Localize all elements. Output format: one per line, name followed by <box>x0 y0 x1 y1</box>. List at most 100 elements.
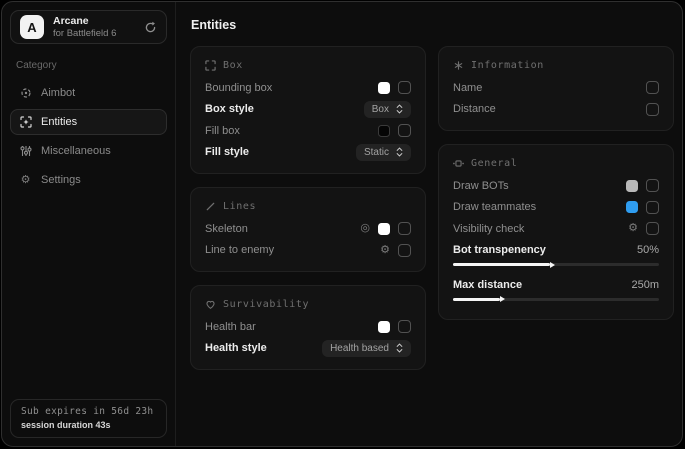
fill-style-row: Fill style Static <box>205 142 411 164</box>
name-label: Name <box>453 82 482 94</box>
health-style-value: Health based <box>330 343 389 354</box>
entities-icon <box>19 116 32 128</box>
gear-icon: ⚙ <box>19 175 32 186</box>
sliders-icon <box>19 145 32 157</box>
line-icon <box>205 201 216 212</box>
box-section-title: Box <box>223 60 243 71</box>
updown-chevron-icon <box>396 147 403 157</box>
bounding-box-row: Bounding box <box>205 77 411 99</box>
health-bar-color-swatch[interactable] <box>378 321 390 333</box>
slider-fill <box>453 263 550 266</box>
line-to-enemy-label: Line to enemy <box>205 244 274 256</box>
sidebar-item-aimbot[interactable]: Aimbot <box>10 80 167 106</box>
app-window: A Arcane for Battlefield 6 Category <box>1 1 683 447</box>
updown-chevron-icon <box>396 343 403 353</box>
health-style-dropdown[interactable]: Health based <box>322 340 411 357</box>
sidebar-item-entities[interactable]: Entities <box>10 109 167 135</box>
bot-transpenency-row: Bot transpenency 50% <box>453 240 659 262</box>
skeleton-label: Skeleton <box>205 223 248 235</box>
line-to-enemy-checkbox[interactable] <box>398 244 411 257</box>
skeleton-checkbox[interactable] <box>398 222 411 235</box>
draw-bots-color-swatch[interactable] <box>626 180 638 192</box>
health-bar-checkbox[interactable] <box>398 320 411 333</box>
category-label: Category <box>16 60 161 71</box>
draw-bots-checkbox[interactable] <box>646 179 659 192</box>
name-row: Name <box>453 77 659 99</box>
crosshair-icon <box>19 87 32 99</box>
max-distance-label: Max distance <box>453 279 522 291</box>
sidebar-item-miscellaneous[interactable]: Miscellaneous <box>10 138 167 164</box>
sub-expires-text: Sub expires in 56d 23h <box>21 406 156 417</box>
subscription-info-card: Sub expires in 56d 23h session duration … <box>10 399 167 438</box>
draw-teammates-row: Draw teammates <box>453 197 659 219</box>
max-distance-value: 250m <box>631 279 659 291</box>
information-section-header: Information <box>453 60 659 71</box>
visibility-check-row: Visibility check ⚙ <box>453 218 659 240</box>
general-section-card: General Draw BOTs Draw teammates <box>438 144 674 320</box>
slider-thumb[interactable] <box>550 262 555 268</box>
target-icon[interactable]: ◎ <box>360 223 370 234</box>
fill-style-dropdown[interactable]: Static <box>356 144 411 161</box>
lines-section-card: Lines Skeleton ◎ Line to enemy ⚙ <box>190 187 426 272</box>
page-title: Entities <box>191 18 668 32</box>
app-subtitle: for Battlefield 6 <box>53 29 116 39</box>
box-corners-icon <box>205 60 216 71</box>
skeleton-row: Skeleton ◎ <box>205 218 411 240</box>
gear-icon[interactable]: ⚙ <box>380 245 390 256</box>
survivability-section-card: Survivability Health bar Health style He… <box>190 285 426 370</box>
health-style-row: Health style Health based <box>205 338 411 360</box>
right-column: Information Name Distance <box>438 46 674 370</box>
sidebar-item-label: Entities <box>41 116 77 128</box>
bot-transpenency-value: 50% <box>637 244 659 256</box>
bounding-box-checkbox[interactable] <box>398 81 411 94</box>
box-section-card: Box Bounding box Box style Box <box>190 46 426 174</box>
grid-icon <box>453 158 464 169</box>
gear-icon[interactable]: ⚙ <box>628 223 638 234</box>
box-style-dropdown[interactable]: Box <box>364 101 411 118</box>
max-distance-slider[interactable] <box>453 298 659 301</box>
bounding-box-label: Bounding box <box>205 82 272 94</box>
distance-checkbox[interactable] <box>646 103 659 116</box>
fill-box-checkbox[interactable] <box>398 124 411 137</box>
survivability-section-header: Survivability <box>205 299 411 310</box>
left-column: Box Bounding box Box style Box <box>190 46 426 370</box>
app-name: Arcane <box>53 16 116 27</box>
line-to-enemy-row: Line to enemy ⚙ <box>205 240 411 262</box>
health-style-label: Health style <box>205 342 267 354</box>
draw-teammates-label: Draw teammates <box>453 201 536 213</box>
draw-teammates-checkbox[interactable] <box>646 201 659 214</box>
general-section-title: General <box>471 158 517 169</box>
sidebar-item-settings[interactable]: ⚙ Settings <box>10 167 167 193</box>
box-style-label: Box style <box>205 103 254 115</box>
app-logo: A <box>20 15 44 39</box>
sidebar-item-label: Aimbot <box>41 87 75 99</box>
slider-fill <box>453 298 500 301</box>
fill-style-label: Fill style <box>205 146 249 158</box>
draw-teammates-color-swatch[interactable] <box>626 201 638 213</box>
survivability-section-title: Survivability <box>223 299 309 310</box>
name-checkbox[interactable] <box>646 81 659 94</box>
sync-icon[interactable] <box>144 21 157 34</box>
fill-box-color-swatch[interactable] <box>378 125 390 137</box>
box-style-value: Box <box>372 104 389 115</box>
distance-row: Distance <box>453 99 659 121</box>
fill-box-label: Fill box <box>205 125 240 137</box>
bounding-box-color-swatch[interactable] <box>378 82 390 94</box>
information-section-title: Information <box>471 60 544 71</box>
skeleton-color-swatch[interactable] <box>378 223 390 235</box>
fill-style-value: Static <box>364 147 389 158</box>
fill-box-row: Fill box <box>205 120 411 142</box>
information-section-card: Information Name Distance <box>438 46 674 131</box>
health-bar-row: Health bar <box>205 316 411 338</box>
lines-section-title: Lines <box>223 201 256 212</box>
sidebar-item-label: Settings <box>41 174 81 186</box>
survivability-icon <box>205 299 216 310</box>
max-distance-row: Max distance 250m <box>453 274 659 296</box>
slider-thumb[interactable] <box>500 296 505 302</box>
visibility-check-checkbox[interactable] <box>646 222 659 235</box>
app-title-block: Arcane for Battlefield 6 <box>53 16 116 39</box>
bot-transpenency-slider[interactable] <box>453 263 659 266</box>
lines-section-header: Lines <box>205 201 411 212</box>
health-bar-label: Health bar <box>205 321 256 333</box>
app-header-card: A Arcane for Battlefield 6 <box>10 10 167 44</box>
